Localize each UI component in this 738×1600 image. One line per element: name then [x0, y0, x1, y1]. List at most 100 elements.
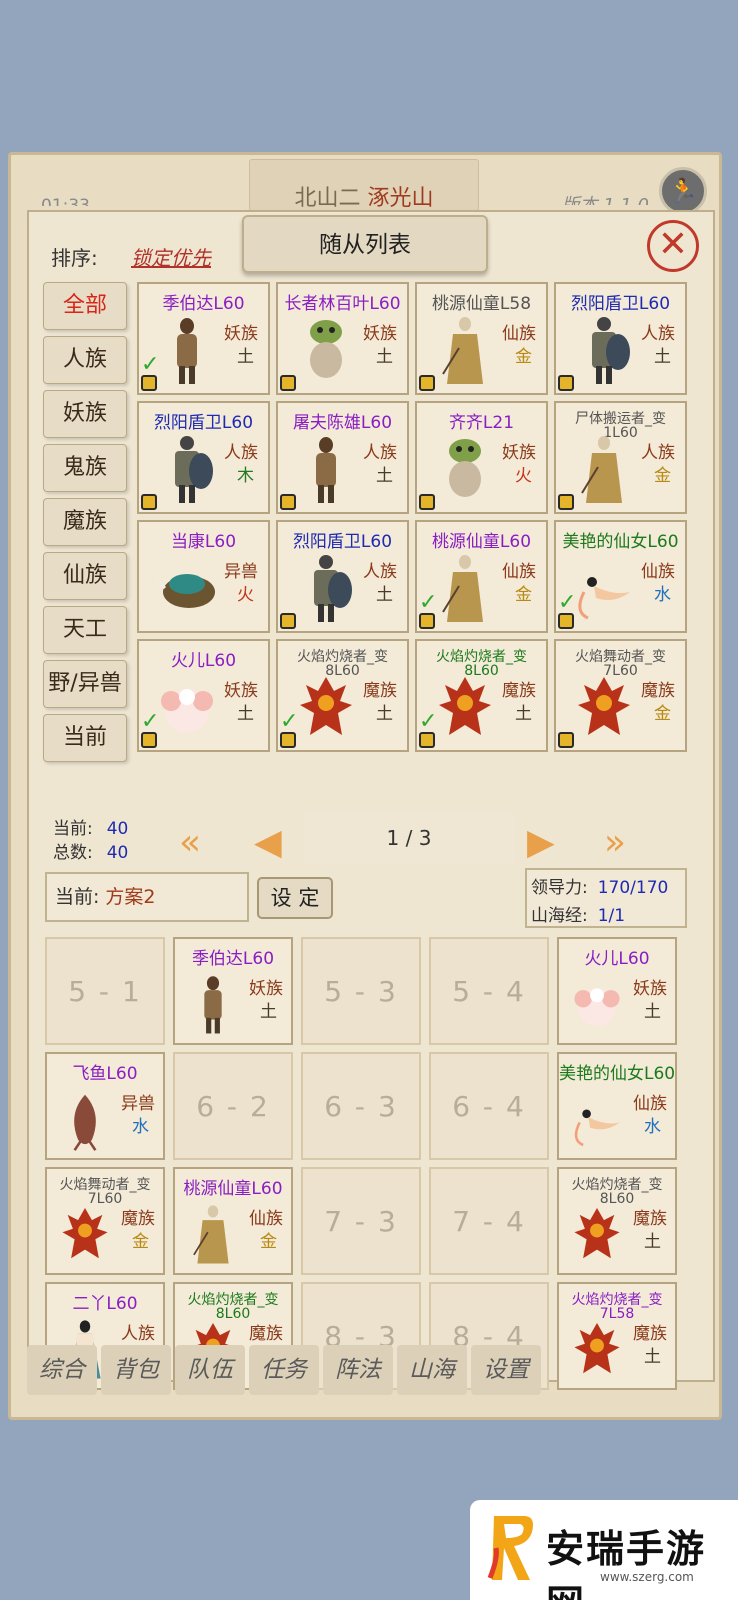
follower-card[interactable]: 屠夫陈雄L60 人族土 — [276, 401, 409, 514]
next-page-icon[interactable]: ▶ — [527, 822, 555, 863]
formation-slot[interactable]: 美艳的仙女L60 仙族水 — [557, 1052, 677, 1160]
clock: 01:33 — [41, 196, 90, 206]
location-name: 涿光山 — [367, 186, 434, 211]
slot-position: 6 - 3 — [324, 1090, 398, 1123]
sort-option-link[interactable]: 锁定优先 — [131, 242, 211, 271]
follower-card[interactable]: 火焰灼烧者_变 8L60 魔族土 ✓ — [276, 639, 409, 752]
run-icon[interactable]: 🏃 — [659, 167, 707, 215]
follower-race: 人族 — [363, 562, 397, 582]
follower-name: 烈阳盾卫L60 — [153, 413, 254, 433]
nav-button-4[interactable]: 阵法 — [323, 1345, 393, 1395]
slot-position: 5 - 1 — [68, 975, 142, 1008]
set-button[interactable]: 设 定 — [257, 877, 333, 919]
nav-button-2[interactable]: 队伍 — [175, 1345, 245, 1395]
lock-icon — [280, 613, 296, 629]
follower-race: 妖族 — [502, 443, 536, 463]
watermark-text: 安瑞手游网 — [546, 1527, 707, 1600]
formation-slot-empty[interactable]: 7 - 3 — [301, 1167, 421, 1275]
total-count-label: 总数: — [53, 843, 93, 863]
tab-5[interactable]: 仙族 — [43, 552, 127, 600]
formation-slot-empty[interactable]: 5 - 3 — [301, 937, 421, 1045]
follower-card[interactable]: 季伯达L60 妖族土 ✓ — [137, 282, 270, 395]
formation-grid: 5 - 1 季伯达L60 妖族土 5 - 3 5 - 4 火儿L60 妖族土飞鱼L60 异兽水… — [45, 937, 699, 1405]
tab-6[interactable]: 天工 — [43, 606, 127, 654]
total-count: 总数: 40 — [53, 838, 128, 863]
tab-4[interactable]: 魔族 — [43, 498, 127, 546]
follower-card[interactable]: 火焰舞动者_变 7L60 魔族金 — [554, 639, 687, 752]
lock-icon — [419, 494, 435, 510]
lock-icon — [419, 375, 435, 391]
portrait-demon — [571, 1201, 623, 1267]
tab-1[interactable]: 人族 — [43, 336, 127, 384]
last-page-icon[interactable]: » — [604, 822, 626, 863]
follower-name: 烈阳盾卫L60 — [570, 294, 671, 314]
prev-page-icon[interactable]: ◀ — [254, 822, 282, 863]
tab-7[interactable]: 野/异兽 — [43, 660, 127, 708]
follower-card[interactable]: 烈阳盾卫L60 人族木 — [137, 401, 270, 514]
follower-card[interactable]: 尸体搬运者_变 1L60 人族金 — [554, 401, 687, 514]
formation-slot-empty[interactable]: 6 - 2 — [173, 1052, 293, 1160]
nav-button-5[interactable]: 山海 — [397, 1345, 467, 1395]
formation-slot-empty[interactable]: 7 - 4 — [429, 1167, 549, 1275]
tab-3[interactable]: 鬼族 — [43, 444, 127, 492]
nav-button-3[interactable]: 任务 — [249, 1345, 319, 1395]
follower-element: 土 — [260, 1002, 277, 1022]
follower-card[interactable]: 长者林百叶L60 妖族土 — [276, 282, 409, 395]
follower-card[interactable]: 桃源仙童L60 仙族金 ✓ — [415, 520, 548, 633]
follower-card[interactable]: 火焰灼烧者_变 8L60 魔族土 ✓ — [415, 639, 548, 752]
follower-race: 仙族 — [502, 562, 536, 582]
tab-2[interactable]: 妖族 — [43, 390, 127, 438]
follower-element: 土 — [376, 347, 393, 367]
follower-name: 火儿L60 — [170, 651, 237, 671]
follower-card[interactable]: 美艳的仙女L60 仙族水 ✓ — [554, 520, 687, 633]
check-icon: ✓ — [419, 709, 438, 734]
plan-box: 当前: 方案2 — [45, 872, 249, 922]
formation-slot-empty[interactable]: 6 - 3 — [301, 1052, 421, 1160]
tab-8[interactable]: 当前 — [43, 714, 127, 762]
follower-card[interactable]: 火儿L60 妖族土 ✓ — [137, 639, 270, 752]
follower-element: 土 — [644, 1002, 661, 1022]
follower-card[interactable]: 当康L60 异兽火 — [137, 520, 270, 633]
panel-title: 随从列表 — [242, 215, 488, 273]
lock-icon — [280, 375, 296, 391]
follower-name: 火儿L60 — [584, 949, 650, 969]
follower-card[interactable]: 烈阳盾卫L60 人族土 — [554, 282, 687, 395]
check-icon: ✓ — [280, 709, 299, 734]
portrait-demon — [296, 671, 356, 743]
formation-slot-empty[interactable]: 5 - 1 — [45, 937, 165, 1045]
follower-name: 桃源仙童L58 — [431, 294, 532, 314]
current-count-label: 当前: — [53, 819, 93, 839]
close-icon[interactable]: ✕ — [647, 220, 699, 272]
formation-slot[interactable]: 火焰灼烧者_变8L60魔族土 — [557, 1167, 677, 1275]
portrait-elder — [187, 1201, 239, 1267]
formation-slot[interactable]: 火焰舞动者_变 7L60 魔族金 — [45, 1167, 165, 1275]
slot-position: 7 - 4 — [452, 1205, 526, 1238]
follower-card[interactable]: 桃源仙童L58 仙族金 — [415, 282, 548, 395]
follower-element: 土 — [237, 347, 254, 367]
portrait-goblin — [296, 314, 356, 386]
leadership-row: 领导力: 170/170 — [531, 874, 685, 902]
first-page-icon[interactable]: « — [179, 822, 201, 863]
slot-position: 5 - 4 — [452, 975, 526, 1008]
formation-slot[interactable]: 桃源仙童L60 仙族金 — [173, 1167, 293, 1275]
formation-slot[interactable]: 火儿L60 妖族土 — [557, 937, 677, 1045]
portrait-fairy — [574, 552, 634, 624]
formation-slot[interactable]: 飞鱼L60 异兽水 — [45, 1052, 165, 1160]
portrait-man — [296, 433, 356, 505]
portrait-boar — [157, 552, 217, 624]
portrait-demon — [435, 671, 495, 743]
formation-slot[interactable]: 季伯达L60 妖族土 — [173, 937, 293, 1045]
follower-card[interactable]: 烈阳盾卫L60 人族土 — [276, 520, 409, 633]
follower-name: 二丫L60 — [72, 1294, 138, 1314]
category-tabs: 全部人族妖族鬼族魔族仙族天工野/异兽当前 — [43, 282, 129, 768]
nav-button-1[interactable]: 背包 — [101, 1345, 171, 1395]
nav-button-0[interactable]: 综合 — [27, 1345, 97, 1395]
nav-button-6[interactable]: 设置 — [471, 1345, 541, 1395]
portrait-man — [157, 314, 217, 386]
formation-slot-empty[interactable]: 6 - 4 — [429, 1052, 549, 1160]
follower-element: 金 — [515, 347, 532, 367]
follower-race: 仙族 — [249, 1209, 283, 1229]
formation-slot-empty[interactable]: 5 - 4 — [429, 937, 549, 1045]
follower-card[interactable]: 齐齐L21 妖族火 — [415, 401, 548, 514]
tab-0[interactable]: 全部 — [43, 282, 127, 330]
